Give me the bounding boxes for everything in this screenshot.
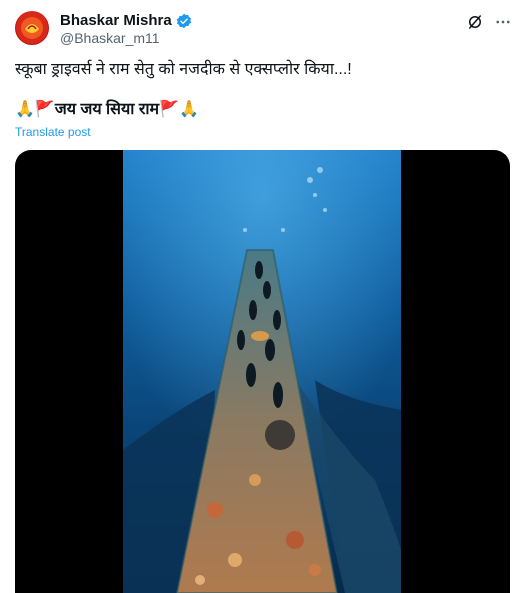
post-card: Bhaskar Mishra @Bhaskar_m11 स्कूबा ड्राइ… [0,0,519,593]
avatar[interactable] [15,11,49,45]
translate-post-link[interactable]: Translate post [15,125,91,139]
post-video[interactable] [15,150,510,593]
author-display-name[interactable]: Bhaskar Mishra [60,12,172,29]
avatar-image [16,12,48,44]
author-name-row: Bhaskar Mishra [60,12,192,29]
underwater-video-frame [123,150,401,593]
author-handle[interactable]: @Bhaskar_m11 [60,30,160,46]
verified-badge-icon [176,13,191,28]
post-text-line2: 🙏🚩जय जय सिया राम🚩🙏 [15,101,199,118]
post-text-line1: स्कूबा ड्राइवर्स ने राम सेतु को नजदीक से… [15,61,352,78]
more-icon[interactable] [494,13,512,31]
grok-icon[interactable] [466,13,484,31]
